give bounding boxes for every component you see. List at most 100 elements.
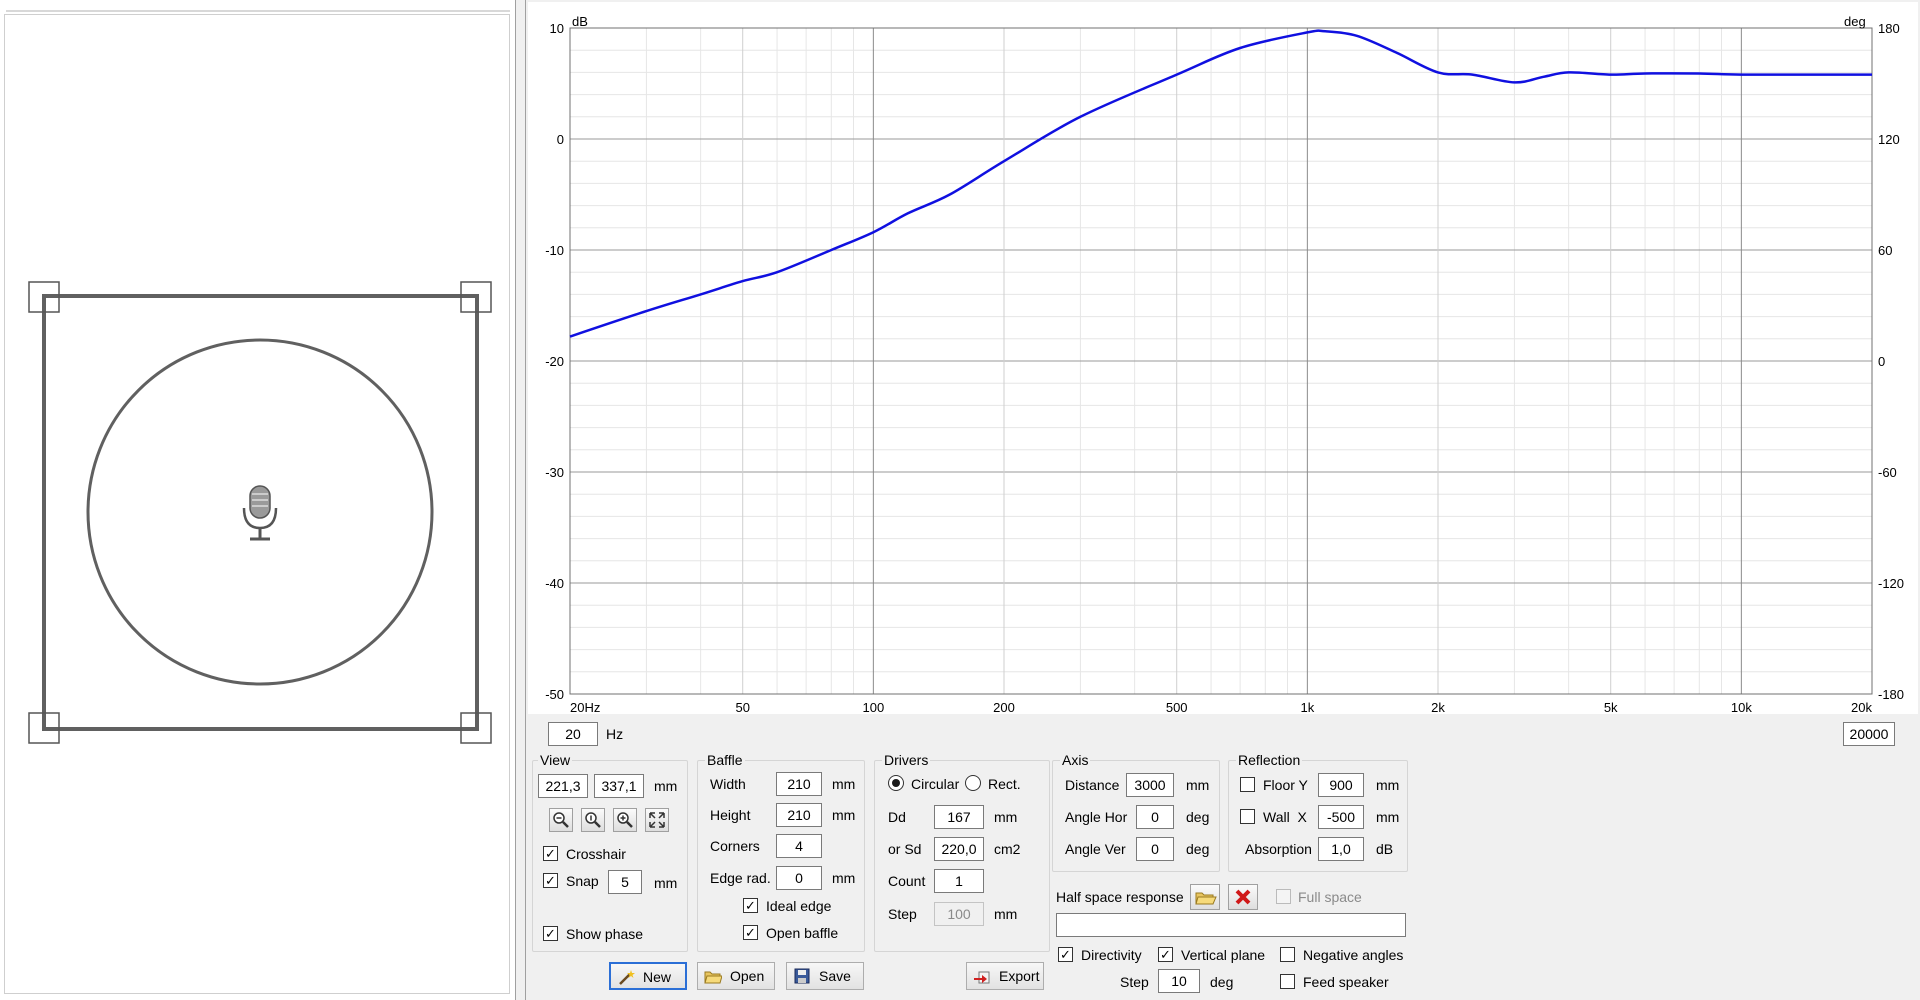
snap-label: Snap [566, 873, 599, 889]
directivity-step-unit: deg [1210, 974, 1234, 990]
show-phase-checkbox[interactable]: ✓ [543, 926, 558, 941]
new-button-label: New [643, 969, 672, 985]
baffle-width-label: Width [710, 776, 746, 792]
pane-splitter[interactable] [516, 0, 526, 1000]
y-left-tick-label: 10 [550, 21, 564, 36]
baffle-preview-pane [0, 0, 516, 1000]
distance-input[interactable]: 3000 [1126, 773, 1174, 797]
sd-label: or Sd [888, 841, 922, 857]
new-button[interactable]: New [609, 962, 687, 990]
x-tick-label: 100 [863, 700, 885, 714]
save-button-label: Save [819, 968, 851, 984]
angle-hor-label: Angle Hor [1065, 809, 1128, 825]
dd-unit: mm [994, 809, 1018, 825]
y-right-tick-label: -120 [1878, 576, 1904, 591]
baffle-canvas[interactable] [4, 14, 510, 994]
y-left-tick-label: -10 [545, 243, 564, 258]
count-input[interactable]: 1 [934, 869, 984, 893]
baffle-edge-input[interactable]: 0 [776, 866, 822, 890]
rect-label: Rect. [988, 776, 1021, 792]
view-y-field: 337,1 [594, 774, 644, 798]
wall-checkbox[interactable] [1240, 809, 1255, 824]
zoom-fit-icon [585, 812, 601, 828]
show-phase-label: Show phase [566, 926, 644, 942]
angle-ver-unit: deg [1186, 841, 1210, 857]
export-button[interactable]: Export [966, 962, 1044, 990]
negative-angles-checkbox[interactable] [1280, 947, 1295, 962]
x-tick-label: 5k [1604, 700, 1618, 714]
y-left-tick-label: -20 [545, 354, 564, 369]
zoom-out-button[interactable] [549, 808, 573, 832]
half-space-clear-button[interactable] [1228, 884, 1258, 910]
ideal-edge-checkbox[interactable]: ✓ [743, 898, 758, 913]
floor-input[interactable]: 900 [1318, 773, 1364, 797]
frequency-response-chart[interactable]: 10 0 -10 -20 -30 -40 -50 180 120 60 0 -60 -120 -180 … [528, 2, 1918, 714]
snap-input[interactable]: 5 [608, 870, 642, 894]
floor-label: Floor Y [1263, 777, 1308, 793]
count-label: Count [888, 873, 926, 889]
feed-speaker-label: Feed speaker [1303, 974, 1389, 990]
freq-min-input[interactable]: 20 [548, 722, 598, 746]
save-button[interactable]: Save [786, 962, 864, 990]
crosshair-label: Crosshair [566, 846, 626, 862]
feed-speaker-checkbox[interactable] [1280, 974, 1295, 989]
snap-checkbox[interactable]: ✓ [543, 873, 558, 888]
drivers-group-title: Drivers [882, 752, 931, 768]
floor-unit: mm [1376, 777, 1400, 793]
y-left-tick-label: 0 [557, 132, 564, 147]
absorption-label: Absorption [1245, 841, 1312, 857]
baffle-group-title: Baffle [705, 752, 745, 768]
angle-ver-input[interactable]: 0 [1136, 837, 1174, 861]
absorption-input[interactable]: 1,0 [1318, 837, 1364, 861]
distance-label: Distance [1065, 777, 1120, 793]
sd-input[interactable]: 220,0 [934, 837, 984, 861]
angle-hor-input[interactable]: 0 [1136, 805, 1174, 829]
directivity-step-input[interactable]: 10 [1158, 969, 1200, 993]
dd-input[interactable]: 167 [934, 805, 984, 829]
export-arrow-icon [974, 971, 990, 984]
driver-step-input[interactable]: 100 [934, 902, 984, 926]
x-tick-label: 200 [993, 700, 1015, 714]
full-space-checkbox[interactable] [1276, 889, 1291, 904]
open-baffle-checkbox[interactable]: ✓ [743, 925, 758, 940]
baffle-corners-input[interactable]: 4 [776, 834, 822, 858]
view-group-title: View [538, 752, 573, 768]
floor-checkbox[interactable] [1240, 777, 1255, 792]
zoom-in-icon [617, 812, 633, 828]
view-unit: mm [654, 778, 678, 794]
crosshair-checkbox[interactable]: ✓ [543, 846, 558, 861]
wall-input[interactable]: -500 [1318, 805, 1364, 829]
half-space-label: Half space response [1056, 889, 1184, 905]
vertical-plane-checkbox[interactable]: ✓ [1158, 947, 1173, 962]
baffle-edge-unit: mm [832, 870, 856, 886]
fit-view-button[interactable] [645, 808, 669, 832]
baffle-corners-label: Corners [710, 838, 760, 854]
circular-radio[interactable] [888, 775, 904, 791]
zoom-in-button[interactable] [613, 808, 637, 832]
directivity-checkbox[interactable]: ✓ [1058, 947, 1073, 962]
export-button-label: Export [999, 968, 1040, 984]
divider [6, 10, 510, 12]
vertical-plane-label: Vertical plane [1181, 947, 1266, 963]
dd-label: Dd [888, 809, 906, 825]
view-x-field: 221,3 [538, 774, 588, 798]
baffle-width-input[interactable]: 210 [776, 772, 822, 796]
y-right-tick-label: 180 [1878, 21, 1900, 36]
y-right-tick-label: 120 [1878, 132, 1900, 147]
freq-unit-label: Hz [606, 726, 624, 742]
y-right-tick-label: -180 [1878, 687, 1904, 702]
directivity-label: Directivity [1081, 947, 1142, 963]
rect-radio[interactable] [965, 775, 981, 791]
microphone-icon [242, 485, 278, 541]
x-tick-label: 10k [1731, 700, 1752, 714]
floppy-disk-icon [794, 968, 810, 984]
half-space-path-field[interactable] [1056, 913, 1406, 937]
open-button[interactable]: Open [697, 962, 775, 990]
baffle-width-unit: mm [832, 776, 856, 792]
freq-max-input[interactable]: 20000 [1843, 722, 1895, 746]
half-space-open-button[interactable] [1190, 884, 1220, 910]
zoom-fit-button[interactable] [581, 808, 605, 832]
baffle-height-input[interactable]: 210 [776, 803, 822, 827]
y-left-tick-label: -40 [545, 576, 564, 591]
chart-canvas: 100-10-20-30-40-50 180120600-60-120-180 … [545, 14, 1904, 714]
